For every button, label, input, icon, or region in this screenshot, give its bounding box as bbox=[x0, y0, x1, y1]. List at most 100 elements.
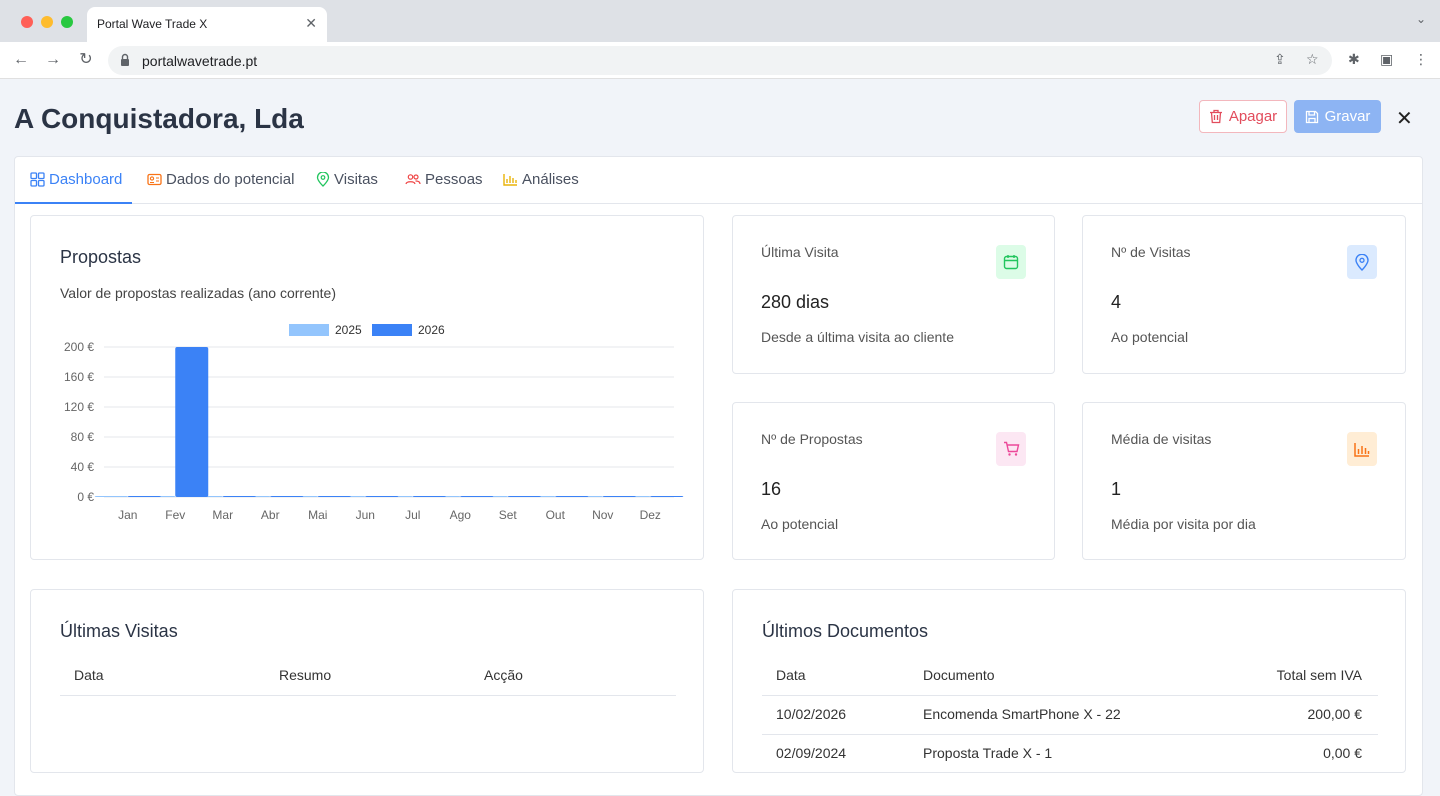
window-close-button[interactable] bbox=[21, 16, 33, 28]
address-bar[interactable]: portalwavetrade.pt ⇪ ☆ bbox=[108, 46, 1332, 75]
browser-menu-icon[interactable]: ⋮ bbox=[1414, 51, 1428, 68]
x-tick-label: Nov bbox=[592, 508, 613, 522]
window-maximize-button[interactable] bbox=[61, 16, 73, 28]
side-panel-icon[interactable]: ▣ bbox=[1380, 51, 1393, 68]
stat-card-ultima-visita: Última Visita 280 dias Desde a última vi… bbox=[732, 215, 1055, 374]
chart-bar-2026 bbox=[270, 496, 304, 497]
chart-bar-2026 bbox=[650, 496, 684, 497]
shopping-cart-icon bbox=[996, 432, 1026, 466]
bar-chart-icon bbox=[1347, 432, 1377, 466]
tab-analises-label: Análises bbox=[522, 171, 579, 188]
delete-button-label: Apagar bbox=[1228, 108, 1278, 125]
close-icon[interactable]: ✕ bbox=[1396, 106, 1413, 131]
chart-bar-2026 bbox=[555, 496, 589, 497]
stat-card-n-propostas: Nº de Propostas 16 Ao potencial bbox=[732, 402, 1055, 560]
cell-total: 200,00 € bbox=[1307, 706, 1363, 722]
window-minimize-button[interactable] bbox=[41, 16, 53, 28]
tab-dashboard[interactable]: Dashboard bbox=[30, 171, 122, 188]
stat-label: Média de visitas bbox=[1111, 431, 1212, 447]
extensions-icon[interactable]: ✱ bbox=[1348, 51, 1360, 68]
browser-tab-title: Portal Wave Trade X bbox=[97, 17, 208, 31]
cell-total: 0,00 € bbox=[1323, 745, 1362, 761]
lock-icon bbox=[121, 53, 129, 66]
forward-arrow-icon[interactable]: → bbox=[42, 49, 64, 71]
chart-bar-2026 bbox=[460, 496, 494, 497]
save-icon bbox=[1305, 110, 1318, 123]
reload-icon[interactable]: ↻ bbox=[75, 49, 97, 71]
delete-button[interactable]: Apagar bbox=[1199, 100, 1287, 133]
chart-bar-2026 bbox=[507, 496, 541, 497]
x-tick-label: Jul bbox=[405, 508, 420, 522]
save-button[interactable]: Gravar bbox=[1294, 100, 1381, 133]
x-tick-label: Mar bbox=[212, 508, 233, 522]
x-tick-label: Abr bbox=[261, 508, 280, 522]
legend-label: 2025 bbox=[335, 323, 362, 337]
stat-description: Média por visita por dia bbox=[1111, 516, 1256, 532]
x-tick-label: Out bbox=[546, 508, 566, 522]
browser-toolbar: ← → ↻ portalwavetrade.pt ⇪ ☆ ✱ ▣ ⋮ bbox=[0, 42, 1440, 79]
column-header-accao[interactable]: Acção bbox=[484, 667, 523, 683]
tab-dados-potencial-label: Dados do potencial bbox=[166, 171, 295, 188]
column-header-data[interactable]: Data bbox=[74, 667, 104, 683]
y-tick-label: 80 € bbox=[71, 430, 95, 444]
tab-pessoas[interactable]: Pessoas bbox=[405, 171, 483, 188]
bar-chart-icon bbox=[503, 174, 517, 186]
x-tick-label: Set bbox=[499, 508, 518, 522]
column-header-resumo[interactable]: Resumo bbox=[279, 667, 331, 683]
active-tab-indicator bbox=[15, 202, 132, 204]
cell-documento: Encomenda SmartPhone X - 22 bbox=[923, 706, 1121, 722]
chevron-down-icon[interactable]: ⌄ bbox=[1416, 12, 1426, 26]
table-divider bbox=[60, 695, 676, 696]
bookmark-star-icon[interactable]: ☆ bbox=[1306, 51, 1319, 68]
stat-label: Nº de Propostas bbox=[761, 431, 863, 447]
back-arrow-icon[interactable]: ← bbox=[10, 49, 32, 71]
propostas-bar-chart: 0 € 40 € 80 € 120 € 160 € 200 € Jan Fev Mar Abr Ma… bbox=[64, 323, 684, 522]
stat-value: 280 dias bbox=[761, 292, 830, 312]
column-header-total[interactable]: Total sem IVA bbox=[1277, 667, 1362, 683]
ultimas-visitas-card: Últimas Visitas Data Resumo Acção bbox=[30, 589, 704, 773]
cell-documento: Proposta Trade X - 1 bbox=[923, 745, 1053, 761]
chart-bar-2026 bbox=[365, 496, 399, 497]
id-card-icon bbox=[147, 173, 162, 186]
stat-card-media-visitas: Média de visitas 1 Média por visita por … bbox=[1082, 402, 1406, 560]
x-tick-label: Fev bbox=[165, 508, 185, 522]
stat-value: 16 bbox=[761, 479, 782, 499]
cell-data: 02/09/2024 bbox=[776, 745, 847, 761]
tab-pessoas-label: Pessoas bbox=[425, 171, 483, 188]
save-button-label: Gravar bbox=[1324, 108, 1371, 125]
legend-label: 2026 bbox=[418, 323, 445, 337]
ultimas-visitas-title: Últimas Visitas bbox=[60, 621, 178, 641]
propostas-card: Propostas Valor de propostas realizadas … bbox=[30, 215, 704, 560]
calendar-icon bbox=[996, 245, 1026, 279]
browser-tab[interactable]: Portal Wave Trade X ✕ bbox=[87, 7, 327, 42]
y-tick-label: 40 € bbox=[71, 460, 95, 474]
y-tick-label: 200 € bbox=[64, 340, 94, 354]
tab-dashboard-label: Dashboard bbox=[49, 171, 123, 188]
table-divider bbox=[762, 695, 1378, 696]
ultimos-documentos-title: Últimos Documentos bbox=[762, 621, 929, 641]
share-icon[interactable]: ⇪ bbox=[1274, 51, 1286, 68]
tab-visitas[interactable]: Visitas bbox=[316, 171, 378, 188]
column-header-data[interactable]: Data bbox=[776, 667, 806, 683]
chart-bar-2026 bbox=[317, 496, 351, 497]
tab-close-icon[interactable]: ✕ bbox=[305, 15, 317, 32]
chart-bar-2026 bbox=[602, 496, 636, 497]
chart-bar-2025 bbox=[94, 496, 128, 497]
tab-dados-potencial[interactable]: Dados do potencial bbox=[147, 171, 294, 188]
y-tick-label: 0 € bbox=[77, 490, 94, 504]
stat-description: Desde a última visita ao cliente bbox=[761, 329, 954, 345]
stat-label: Última Visita bbox=[761, 244, 839, 260]
chart-bar-2026 bbox=[175, 347, 209, 497]
trash-icon bbox=[1209, 109, 1222, 124]
legend-swatch bbox=[372, 324, 412, 336]
tab-visitas-label: Visitas bbox=[334, 171, 378, 188]
stat-description: Ao potencial bbox=[761, 516, 839, 532]
x-tick-label: Jan bbox=[118, 508, 137, 522]
browser-titlebar: Portal Wave Trade X ✕ ⌄ bbox=[0, 0, 1440, 42]
column-header-documento[interactable]: Documento bbox=[923, 667, 995, 683]
chart-bar-2026 bbox=[222, 496, 256, 497]
page-title: A Conquistadora, Lda bbox=[14, 103, 304, 134]
y-tick-label: 120 € bbox=[64, 400, 94, 414]
tab-analises[interactable]: Análises bbox=[503, 171, 579, 188]
ultimos-documentos-card: Últimos Documentos Data Documento Total … bbox=[732, 589, 1406, 773]
